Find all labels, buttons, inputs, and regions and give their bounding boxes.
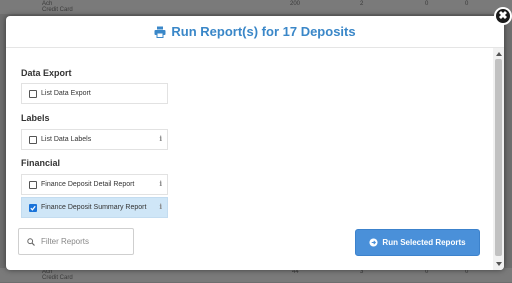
print-icon — [154, 26, 166, 38]
report-item-label: List Data Labels — [41, 136, 92, 143]
filter-reports-input[interactable] — [41, 237, 121, 246]
filter-reports-field[interactable] — [18, 228, 134, 255]
search-icon — [27, 237, 35, 246]
checkbox[interactable] — [29, 135, 37, 144]
close-icon[interactable]: ✖ — [494, 7, 512, 25]
checkmark-icon — [30, 205, 36, 211]
scrollbar-thumb[interactable] — [495, 59, 502, 256]
background-cell: 2 — [360, 1, 364, 7]
run-reports-modal: Run Report(s) for 17 Deposits Data Expor… — [6, 16, 504, 270]
scroll-up-arrow-icon[interactable] — [496, 52, 502, 56]
report-item-finance-deposit-summary[interactable]: Finance Deposit Summary Report i — [21, 197, 168, 218]
run-button-label: Run Selected Reports — [382, 238, 466, 247]
section-label-labels: Labels — [21, 113, 50, 123]
background-row-text: Ach Credit Card — [42, 269, 73, 281]
scroll-down-arrow-icon[interactable] — [496, 262, 502, 266]
report-item-list-data-labels[interactable]: List Data Labels i — [21, 129, 168, 150]
background-row-top: Ach Credit Card 200 2 0 0 — [0, 0, 512, 14]
checkbox[interactable] — [29, 89, 37, 98]
report-item-label: Finance Deposit Detail Report — [41, 181, 135, 188]
background-row-text: Ach Credit Card — [42, 1, 73, 13]
background-cell: 0 — [465, 1, 469, 7]
background-cell: 0 — [425, 1, 429, 7]
info-icon[interactable]: i — [159, 134, 162, 143]
arrow-circle-right-icon — [369, 238, 378, 247]
report-item-list-data-export[interactable]: List Data Export — [21, 83, 168, 104]
report-item-label: Finance Deposit Summary Report — [41, 204, 147, 211]
background-row-bottom: Ach Credit Card 44 3 0 0 — [0, 268, 512, 282]
section-label-data-export: Data Export — [21, 68, 72, 78]
run-selected-reports-button[interactable]: Run Selected Reports — [355, 229, 480, 256]
report-item-finance-deposit-detail[interactable]: Finance Deposit Detail Report i — [21, 174, 168, 195]
info-icon[interactable]: i — [159, 179, 162, 188]
checkbox-checked[interactable] — [29, 203, 37, 212]
modal-title: Run Report(s) for 17 Deposits — [171, 24, 356, 39]
modal-scrollbar[interactable] — [493, 48, 504, 270]
info-icon[interactable]: i — [159, 202, 162, 211]
section-label-financial: Financial — [21, 158, 61, 168]
checkbox[interactable] — [29, 180, 37, 189]
modal-header: Run Report(s) for 17 Deposits — [6, 16, 504, 48]
report-item-label: List Data Export — [41, 90, 91, 97]
background-cell: 200 — [290, 1, 301, 7]
